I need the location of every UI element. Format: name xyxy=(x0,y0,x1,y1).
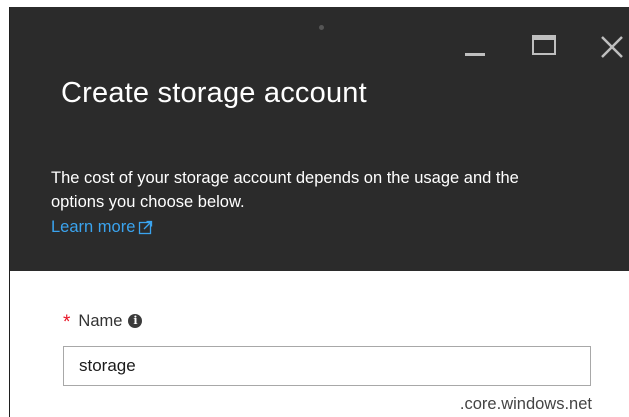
learn-more-label: Learn more xyxy=(51,218,136,236)
close-icon xyxy=(601,36,623,58)
maximize-icon xyxy=(532,35,556,55)
name-input[interactable] xyxy=(63,346,591,386)
required-marker: * xyxy=(63,312,71,333)
domain-suffix: .core.windows.net xyxy=(459,395,592,413)
learn-more-link[interactable]: Learn more xyxy=(51,218,153,237)
external-link-icon xyxy=(139,220,153,235)
name-label-row: * Name i xyxy=(63,310,143,333)
minimize-icon xyxy=(465,53,485,56)
blade: Create storage account The cost of your … xyxy=(0,0,629,417)
maximize-button[interactable] xyxy=(529,29,559,59)
cost-description: The cost of your storage account depends… xyxy=(51,169,519,211)
minimize-button[interactable] xyxy=(460,29,490,59)
page-title: Create storage account xyxy=(61,77,367,109)
indicator-dot xyxy=(319,25,324,30)
close-button[interactable] xyxy=(596,29,626,59)
info-icon[interactable]: i xyxy=(128,314,143,328)
name-label: Name xyxy=(78,311,123,330)
